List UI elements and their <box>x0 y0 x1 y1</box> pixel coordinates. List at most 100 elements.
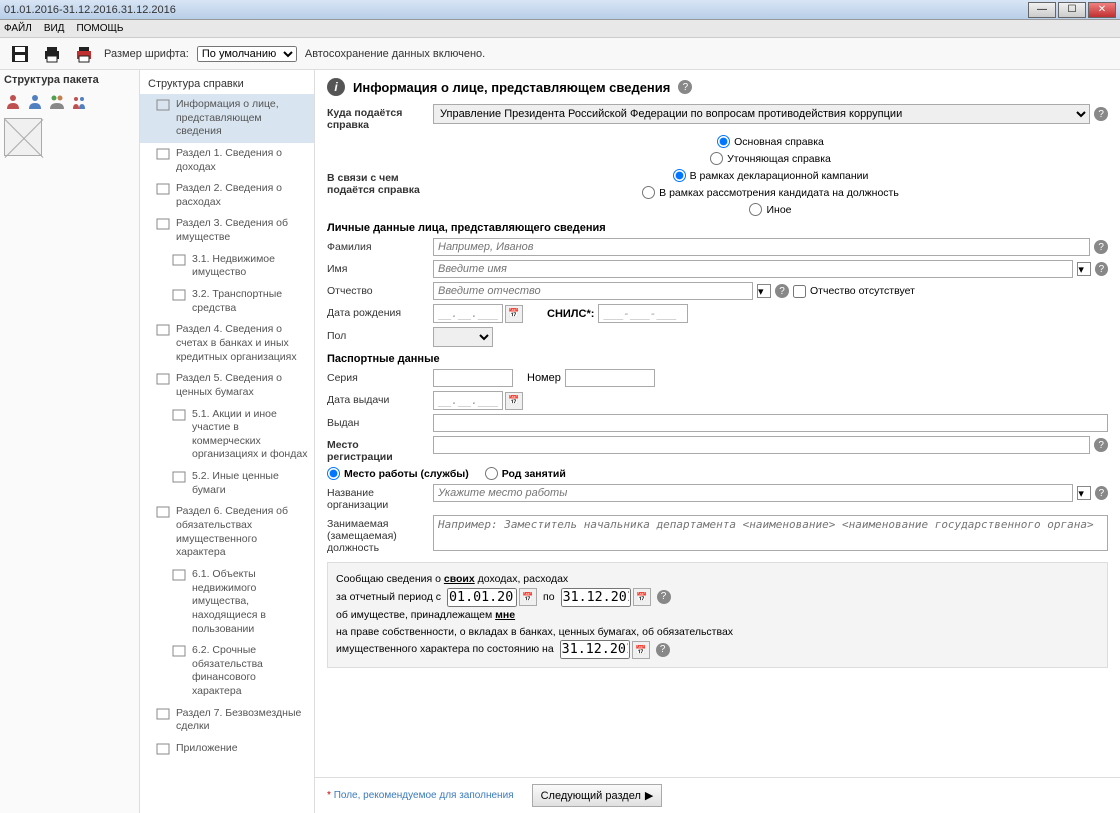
nav-item-12[interactable]: 6.2. Срочные обязательства финансового х… <box>140 640 314 703</box>
radio-campaign[interactable]: В рамках декларационной кампании <box>673 169 869 182</box>
registration-input[interactable] <box>433 436 1090 454</box>
calendar-icon[interactable]: 📅 <box>505 305 523 323</box>
nav-icon <box>172 408 186 422</box>
calendar-icon[interactable]: 📅 <box>632 641 650 659</box>
snils-input[interactable] <box>598 304 688 323</box>
nav-label: Раздел 5. Сведения о ценных бумагах <box>176 372 308 399</box>
nav-item-7[interactable]: Раздел 5. Сведения о ценных бумагах <box>140 368 314 403</box>
help-icon[interactable]: ? <box>1094 240 1108 254</box>
gender-select[interactable] <box>433 327 493 347</box>
package-header: Структура пакета <box>4 74 135 86</box>
nav-icon <box>172 253 186 267</box>
print-color-icon[interactable] <box>72 42 96 66</box>
people-group-icon[interactable] <box>48 92 66 110</box>
middlename-input[interactable] <box>433 282 753 300</box>
nav-icon <box>172 288 186 302</box>
help-icon[interactable]: ? <box>775 284 789 298</box>
nav-header: Структура справки <box>140 74 314 94</box>
menu-view[interactable]: ВИД <box>44 23 65 34</box>
calendar-icon[interactable]: 📅 <box>505 392 523 410</box>
spravka-type-group: Основная справка Уточняющая справка <box>433 135 1108 165</box>
radio-other[interactable]: Иное <box>749 203 791 216</box>
org-label: Название организации <box>327 484 427 511</box>
nav-item-4[interactable]: 3.1. Недвижимое имущество <box>140 249 314 284</box>
nav-item-1[interactable]: Раздел 1. Сведения о доходах <box>140 143 314 178</box>
nav-item-0[interactable]: Информация о лице, представляющем сведен… <box>140 94 314 143</box>
person-blue-icon[interactable] <box>26 92 44 110</box>
dob-input[interactable] <box>433 304 503 323</box>
menu-help[interactable]: ПОМОЩЬ <box>76 23 123 34</box>
help-icon[interactable]: ? <box>657 590 671 604</box>
dropdown-icon[interactable]: ▾ <box>1077 262 1090 276</box>
position-input[interactable] <box>433 515 1108 551</box>
asof-input[interactable] <box>560 640 630 659</box>
middlename-label: Отчество <box>327 282 427 297</box>
radio-correcting[interactable]: Уточняющая справка <box>710 152 831 165</box>
series-input[interactable] <box>433 369 513 387</box>
nav-label: 6.2. Срочные обязательства финансового х… <box>192 644 308 699</box>
nav-item-5[interactable]: 3.2. Транспортные средства <box>140 284 314 319</box>
people-children-icon[interactable] <box>70 92 88 110</box>
nav-item-11[interactable]: 6.1. Объекты недвижимого имущества, нахо… <box>140 564 314 640</box>
help-icon[interactable]: ? <box>656 643 670 657</box>
snils-label: СНИЛС*: <box>547 308 594 320</box>
occupation-tab[interactable]: Род занятий <box>485 467 566 480</box>
radio-main[interactable]: Основная справка <box>717 135 824 148</box>
no-middlename-check[interactable]: Отчество отсутствует <box>793 285 915 298</box>
help-icon[interactable]: ? <box>1094 438 1108 452</box>
nav-item-14[interactable]: Приложение <box>140 738 314 760</box>
nav-icon <box>156 98 170 112</box>
calendar-icon[interactable]: 📅 <box>633 588 651 606</box>
calendar-icon[interactable]: 📅 <box>519 588 537 606</box>
issued-by-label: Выдан <box>327 414 427 429</box>
font-size-label: Размер шрифта: <box>104 48 189 60</box>
nav-label: 5.1. Акции и иное участие в коммерческих… <box>192 408 308 463</box>
next-section-button[interactable]: Следующий раздел ▶ <box>532 784 663 807</box>
reason-group: В рамках декларационной кампании В рамка… <box>433 169 1108 216</box>
org-input[interactable] <box>433 484 1073 502</box>
person-red-icon[interactable] <box>4 92 22 110</box>
nav-icon <box>156 147 170 161</box>
period-from-input[interactable] <box>447 588 517 607</box>
nav-label: 6.1. Объекты недвижимого имущества, нахо… <box>192 568 308 636</box>
nav-item-9[interactable]: 5.2. Иные ценные бумаги <box>140 466 314 501</box>
dropdown-icon[interactable]: ▾ <box>757 284 771 298</box>
nav-item-8[interactable]: 5.1. Акции и иное участие в коммерческих… <box>140 404 314 467</box>
dropdown-icon[interactable]: ▾ <box>1077 486 1090 500</box>
issue-date-input[interactable] <box>433 391 503 410</box>
radio-candidate[interactable]: В рамках рассмотрения кандидата на должн… <box>642 186 899 199</box>
nav-icon <box>156 182 170 196</box>
nav-icon <box>156 742 170 756</box>
nav-item-10[interactable]: Раздел 6. Сведения об обязательствах иму… <box>140 501 314 564</box>
firstname-input[interactable] <box>433 260 1073 278</box>
work-tab[interactable]: Место работы (службы) <box>327 467 469 480</box>
number-label: Номер <box>527 372 561 384</box>
minimize-button[interactable]: — <box>1028 2 1056 18</box>
nav-item-3[interactable]: Раздел 3. Сведения об имуществе <box>140 213 314 248</box>
help-icon[interactable]: ? <box>1095 262 1108 276</box>
submit-to-select[interactable]: Управление Президента Российской Федерац… <box>433 104 1090 124</box>
nav-item-6[interactable]: Раздел 4. Сведения о счетах в банках и и… <box>140 319 314 368</box>
help-icon[interactable]: ? <box>678 80 692 94</box>
save-icon[interactable] <box>8 42 32 66</box>
passport-header: Паспортные данные <box>327 353 1108 365</box>
gender-label: Пол <box>327 327 427 342</box>
number-input[interactable] <box>565 369 655 387</box>
nav-item-2[interactable]: Раздел 2. Сведения о расходах <box>140 178 314 213</box>
print-icon[interactable] <box>40 42 64 66</box>
maximize-button[interactable]: ☐ <box>1058 2 1086 18</box>
lastname-input[interactable] <box>433 238 1090 256</box>
nav-label: 3.1. Недвижимое имущество <box>192 253 308 280</box>
nav-label: Раздел 2. Сведения о расходах <box>176 182 308 209</box>
issued-by-input[interactable] <box>433 414 1108 432</box>
font-size-select[interactable]: По умолчанию <box>197 46 297 62</box>
help-icon[interactable]: ? <box>1095 486 1108 500</box>
menu-file[interactable]: ФАЙЛ <box>4 23 32 34</box>
help-icon[interactable]: ? <box>1094 107 1108 121</box>
nav-icon <box>156 323 170 337</box>
reg-header: Место регистрации <box>327 436 427 463</box>
close-button[interactable]: ✕ <box>1088 2 1116 18</box>
dob-label: Дата рождения <box>327 304 427 319</box>
period-to-input[interactable] <box>561 588 631 607</box>
nav-item-13[interactable]: Раздел 7. Безвозмездные сделки <box>140 703 314 738</box>
